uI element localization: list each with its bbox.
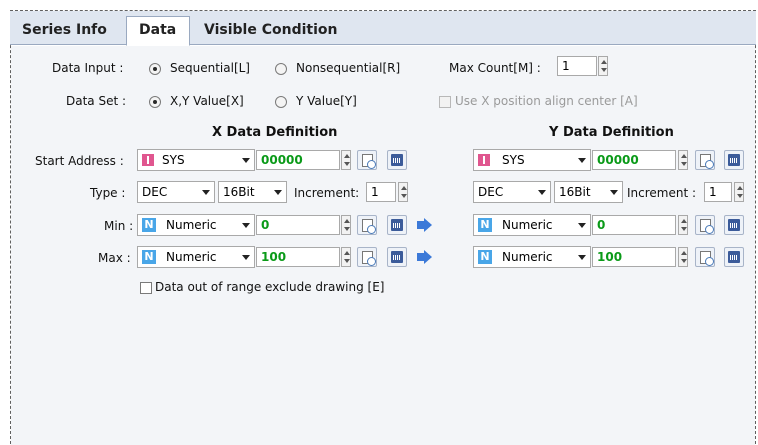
y-max-mode-dropdown[interactable]: N Numeric [473,246,591,268]
x-min-mode-value: Numeric [166,218,217,232]
tab-visible-condition[interactable]: Visible Condition [204,22,337,38]
chevron-down-icon [538,190,546,195]
y-min-input[interactable]: 0 [592,215,676,235]
use-x-center-checkbox[interactable] [439,96,451,108]
keypad-icon[interactable] [724,215,744,235]
start-address-label: Start Address : [35,154,124,168]
y-max-input[interactable]: 100 [592,247,676,267]
chevron-down-icon [578,255,586,260]
xy-value-radio[interactable] [149,96,161,108]
numeric-n-icon: N [478,250,492,264]
y-increment-input[interactable]: 1 [704,182,732,202]
exclude-out-of-range-label[interactable]: Data out of range exclude drawing [E] [155,280,384,294]
address-picker-icon[interactable] [357,150,377,170]
sequential-radio-label[interactable]: Sequential[L] [170,61,250,75]
x-bits-value: 16Bit [223,185,255,199]
device-tag-icon [478,154,490,166]
chevron-down-icon [242,255,250,260]
nonsequential-radio-label[interactable]: Nonsequential[R] [296,61,400,75]
y-start-address-input[interactable]: 00000 [592,150,676,170]
y-increment-label: Increment : [627,186,697,200]
numeric-n-icon: N [478,218,492,232]
x-max-spinner[interactable] [341,247,351,267]
keypad-icon[interactable] [387,150,407,170]
nonsequential-radio[interactable] [275,63,287,75]
numeric-n-icon: N [142,250,156,264]
min-label: Min : [104,219,134,233]
y-bits-dropdown[interactable]: 16Bit [554,181,623,203]
chevron-down-icon [578,223,586,228]
max-count-input[interactable]: 1 [557,56,597,76]
x-max-input[interactable]: 100 [256,247,340,267]
chevron-down-icon [578,158,586,163]
copy-arrow-icon[interactable] [415,247,435,267]
y-start-device-dropdown[interactable]: SYS [473,149,591,171]
chevron-down-icon [202,190,210,195]
y-start-device-value: SYS [502,153,525,167]
xy-value-radio-label[interactable]: X,Y Value[X] [170,94,244,108]
y-min-mode-value: Numeric [502,218,553,232]
chevron-down-icon [242,158,250,163]
x-definition-title: X Data Definition [212,125,338,140]
y-bits-value: 16Bit [559,185,591,199]
x-bits-dropdown[interactable]: 16Bit [218,181,287,203]
chevron-down-icon [274,190,282,195]
keypad-icon[interactable] [724,150,744,170]
copy-arrow-icon[interactable] [415,215,435,235]
x-start-address-spinner[interactable] [341,150,351,170]
y-start-address-spinner[interactable] [678,150,688,170]
address-picker-icon[interactable] [695,215,715,235]
exclude-out-of-range-checkbox[interactable] [140,282,152,294]
y-max-mode-value: Numeric [502,250,553,264]
chevron-down-icon [242,223,250,228]
x-increment-label: Increment: [294,186,360,200]
x-min-input[interactable]: 0 [256,215,340,235]
y-min-spinner[interactable] [678,215,688,235]
keypad-icon[interactable] [724,247,744,267]
x-start-device-value: SYS [162,153,185,167]
use-x-center-label: Use X position align center [A] [455,94,638,108]
x-type-value: DEC [142,185,168,199]
data-set-label: Data Set : [66,94,127,108]
max-label: Max : [98,251,131,265]
y-min-mode-dropdown[interactable]: N Numeric [473,214,591,236]
numeric-n-icon: N [142,218,156,232]
max-count-label: Max Count[M] : [449,61,541,75]
x-start-address-input[interactable]: 00000 [256,150,340,170]
max-count-spinner[interactable] [598,56,608,76]
address-picker-icon[interactable] [695,247,715,267]
tab-bar [10,11,756,45]
y-max-spinner[interactable] [678,247,688,267]
x-type-dropdown[interactable]: DEC [137,181,215,203]
x-increment-spinner[interactable] [398,182,408,202]
keypad-icon[interactable] [387,215,407,235]
y-type-value: DEC [478,185,504,199]
y-value-radio-label[interactable]: Y Value[Y] [296,94,357,108]
type-label: Type : [90,186,126,200]
y-value-radio[interactable] [275,96,287,108]
x-max-mode-value: Numeric [166,250,217,264]
tab-series-info[interactable]: Series Info [22,22,107,38]
data-input-label: Data Input : [52,61,124,75]
y-definition-title: Y Data Definition [549,125,674,140]
x-increment-input[interactable]: 1 [366,182,396,202]
keypad-icon[interactable] [387,247,407,267]
address-picker-icon[interactable] [357,247,377,267]
x-start-device-dropdown[interactable]: SYS [137,149,255,171]
address-picker-icon[interactable] [695,150,715,170]
y-increment-spinner[interactable] [734,182,744,202]
tab-data[interactable]: Data [139,22,176,38]
x-min-mode-dropdown[interactable]: N Numeric [137,214,255,236]
y-type-dropdown[interactable]: DEC [473,181,551,203]
address-picker-icon[interactable] [357,215,377,235]
device-tag-icon [142,154,154,166]
x-max-mode-dropdown[interactable]: N Numeric [137,246,255,268]
chevron-down-icon [610,190,618,195]
x-min-spinner[interactable] [341,215,351,235]
sequential-radio[interactable] [149,63,161,75]
